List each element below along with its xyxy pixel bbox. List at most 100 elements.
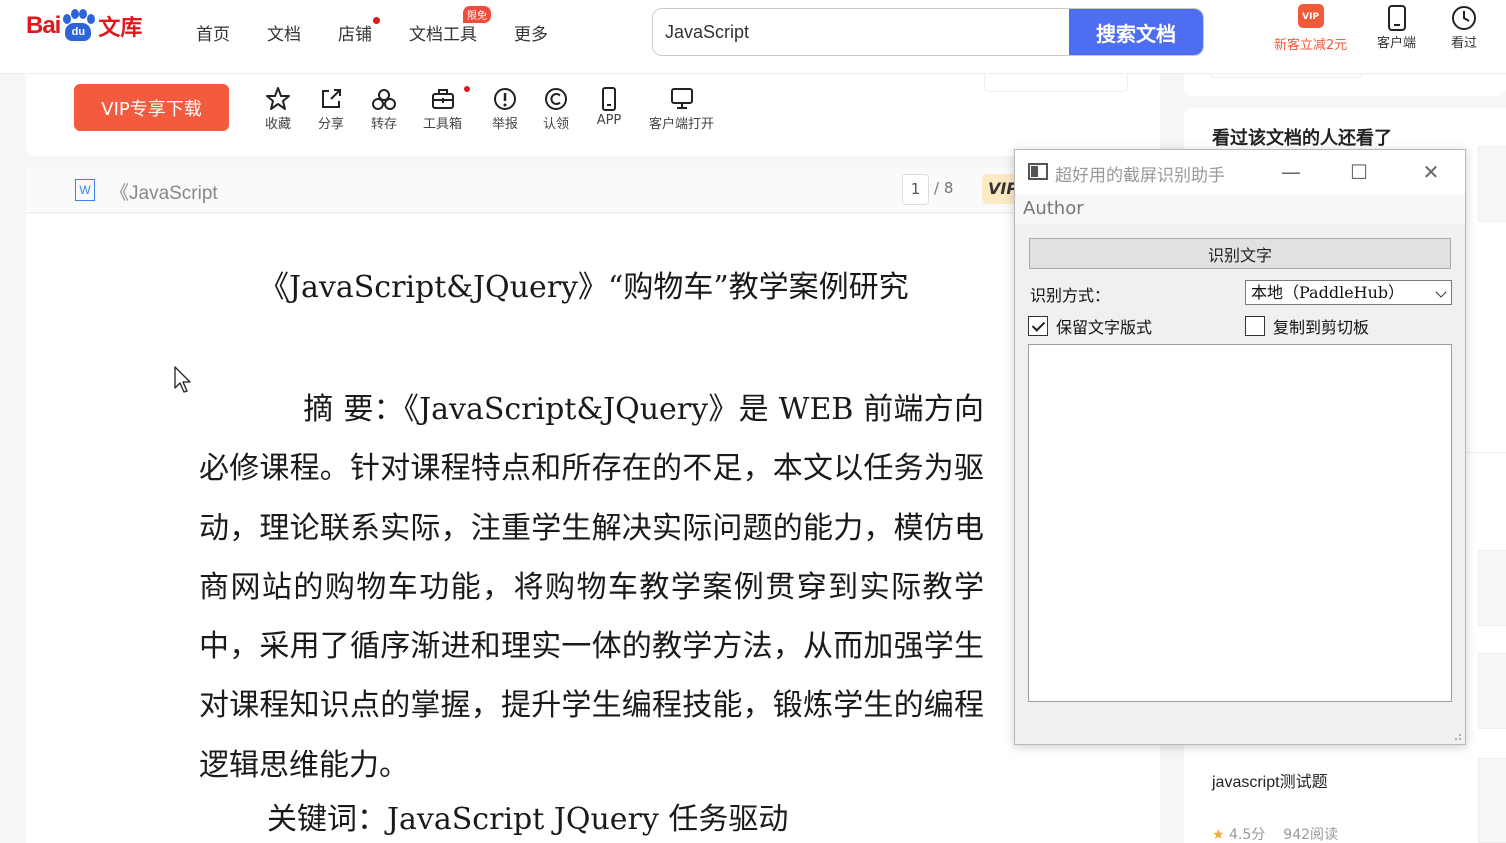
checkbox-label: 复制到剪切板 (1273, 318, 1370, 337)
logo-wenku: 文库 (98, 16, 143, 41)
logo-bai: Bai (26, 12, 61, 39)
search-bar: 搜索文档 (652, 8, 1204, 56)
selected-mode: 本地（PaddleHub） (1251, 283, 1405, 302)
read-count: 942阅读 (1283, 827, 1339, 843)
app-button[interactable]: APP (596, 86, 622, 128)
transfer-icon (372, 89, 396, 110)
save-transfer-button[interactable]: 转存 (371, 86, 397, 132)
tool-label: 认领 (543, 117, 570, 132)
recognition-mode-label: 识别方式： (1030, 286, 1111, 305)
paw-icon: du (61, 9, 96, 43)
nav-store[interactable]: 店铺 (338, 17, 380, 45)
resize-grip-icon[interactable] (1452, 731, 1462, 741)
doc-thumbnail[interactable] (1478, 758, 1506, 843)
ocr-helper-window: 超好用的截屏识别助手 — ☐ ✕ Author 识别文字 识别方式： 本地（Pa… (1014, 149, 1466, 745)
close-button[interactable]: ✕ (1415, 156, 1447, 188)
client-download[interactable]: 客户端 (1377, 4, 1416, 51)
doc-thumbnail[interactable] (1478, 550, 1506, 626)
keywords-line: 关键词：JavaScript JQuery 任务驱动 (267, 802, 789, 837)
page-total: / 8 (934, 179, 954, 197)
paw-toe (71, 9, 80, 19)
clock-icon (1452, 6, 1476, 30)
share-button[interactable]: 分享 (318, 86, 344, 132)
word-file-icon: W (75, 179, 95, 201)
open-in-client-button[interactable]: 客户端打开 (649, 86, 714, 132)
paw-toe (79, 9, 88, 19)
search-input[interactable] (653, 9, 1069, 55)
mouse-cursor-icon (174, 366, 191, 393)
monitor-icon (670, 88, 693, 109)
document-header: W 《JavaScript 1 / 8 VIP (26, 167, 1160, 213)
minimize-button[interactable]: — (1275, 156, 1307, 188)
toolbox-icon (431, 89, 454, 109)
sidebar-top-card-inner (1210, 74, 1362, 78)
copy-to-clipboard-checkbox[interactable]: 复制到剪切板 (1245, 314, 1369, 338)
recognition-mode-select[interactable]: 本地（PaddleHub） (1245, 280, 1452, 305)
window-title: 超好用的截屏识别助手 (1055, 166, 1225, 186)
nav-home[interactable]: 首页 (196, 20, 230, 45)
tool-label: 工具箱 (423, 117, 463, 132)
free-badge: 限免 (463, 6, 491, 23)
paw-toe (87, 14, 96, 24)
rating: ★ 4.5分 (1212, 824, 1265, 843)
top-header: Bai du 文库 首页 文档 店铺 文档工具 限免 更多 搜索文档 VIP 新客… (0, 0, 1506, 74)
doc-thumbnail[interactable] (1478, 653, 1506, 729)
doc-thumbnail[interactable] (1478, 146, 1506, 222)
nav-label: 文档工具 (409, 25, 477, 45)
abstract-text: 摘 要：《JavaScript&JQuery》是 WEB 前端方向必修课程。针对… (199, 392, 984, 783)
document-action-bar: VIP专享下载 收藏 分享 转存 工具箱 举报 认领 APP 客户端打开 (26, 74, 1160, 156)
favorite-button[interactable]: 收藏 (265, 86, 291, 132)
vip-promo[interactable]: VIP 新客立减2元 (1274, 4, 1347, 53)
maximize-button[interactable]: ☐ (1343, 156, 1375, 188)
baidu-wenku-logo[interactable]: Bai du 文库 (26, 6, 142, 46)
report-icon (494, 88, 516, 110)
star-icon: ★ (1212, 827, 1225, 843)
app-window-icon (1028, 163, 1048, 180)
nav-more[interactable]: 更多 (514, 20, 548, 45)
report-button[interactable]: 举报 (492, 86, 518, 132)
nav-documents[interactable]: 文档 (267, 20, 301, 45)
claim-button[interactable]: 认领 (543, 86, 569, 132)
nav-label: 更多 (514, 25, 548, 45)
recognition-result-textarea[interactable] (1028, 344, 1452, 702)
share-icon (322, 89, 341, 108)
history[interactable]: 看过 (1450, 4, 1478, 51)
keep-layout-checkbox[interactable]: 保留文字版式 (1028, 314, 1152, 338)
document-page: 《JavaScript&JQuery》“购物车”教学案例研究 摘 要：《Java… (26, 214, 1160, 843)
notification-dot (373, 17, 380, 24)
nav-label: 文档 (267, 25, 301, 45)
checkbox-unchecked (1245, 316, 1265, 336)
tool-label: 收藏 (265, 117, 292, 132)
search-button[interactable]: 搜索文档 (1069, 9, 1203, 55)
window-titlebar[interactable]: 超好用的截屏识别助手 — ☐ ✕ (1015, 150, 1465, 194)
menu-author[interactable]: Author (1023, 198, 1084, 219)
nav-doc-tools[interactable]: 文档工具 限免 (409, 6, 491, 45)
page-number-input[interactable]: 1 (902, 174, 929, 205)
tool-label: 客户端打开 (649, 117, 715, 132)
abstract-paragraph: 摘 要：《JavaScript&JQuery》是 WEB 前端方向必修课程。针对… (199, 380, 984, 795)
tool-label: 转存 (371, 117, 398, 132)
checkbox-checked (1028, 316, 1048, 336)
vip-gift-icon: VIP (1297, 4, 1324, 28)
related-title: 看过该文档的人还看了 (1212, 128, 1392, 149)
toolbox-button[interactable]: 工具箱 (423, 86, 471, 132)
recognize-text-button[interactable]: 识别文字 (1029, 238, 1451, 269)
related-doc-title[interactable]: javascript测试题 (1212, 768, 1328, 792)
main-nav: 首页 文档 店铺 文档工具 限免 更多 (196, 6, 585, 45)
menu-bar: Author (1015, 194, 1465, 224)
vip-download-button[interactable]: VIP专享下载 (74, 84, 229, 131)
tool-label: 举报 (492, 117, 519, 132)
logo-du: du (65, 23, 92, 41)
rating-value: 4.5分 (1229, 827, 1266, 843)
client-label: 客户端 (1377, 36, 1417, 51)
nav-label: 首页 (196, 25, 230, 45)
chevron-down-icon (1435, 286, 1447, 298)
star-icon (266, 87, 290, 110)
related-doc-meta: ★ 4.5分 942阅读 (1212, 824, 1338, 843)
document-heading: 《JavaScript&JQuery》“购物车”教学案例研究 (259, 270, 909, 305)
nav-label: 店铺 (338, 25, 372, 45)
notification-dot (464, 86, 471, 92)
hidden-panel-edge (984, 74, 1128, 92)
tool-label: 分享 (318, 117, 345, 132)
phone-icon (602, 87, 616, 111)
